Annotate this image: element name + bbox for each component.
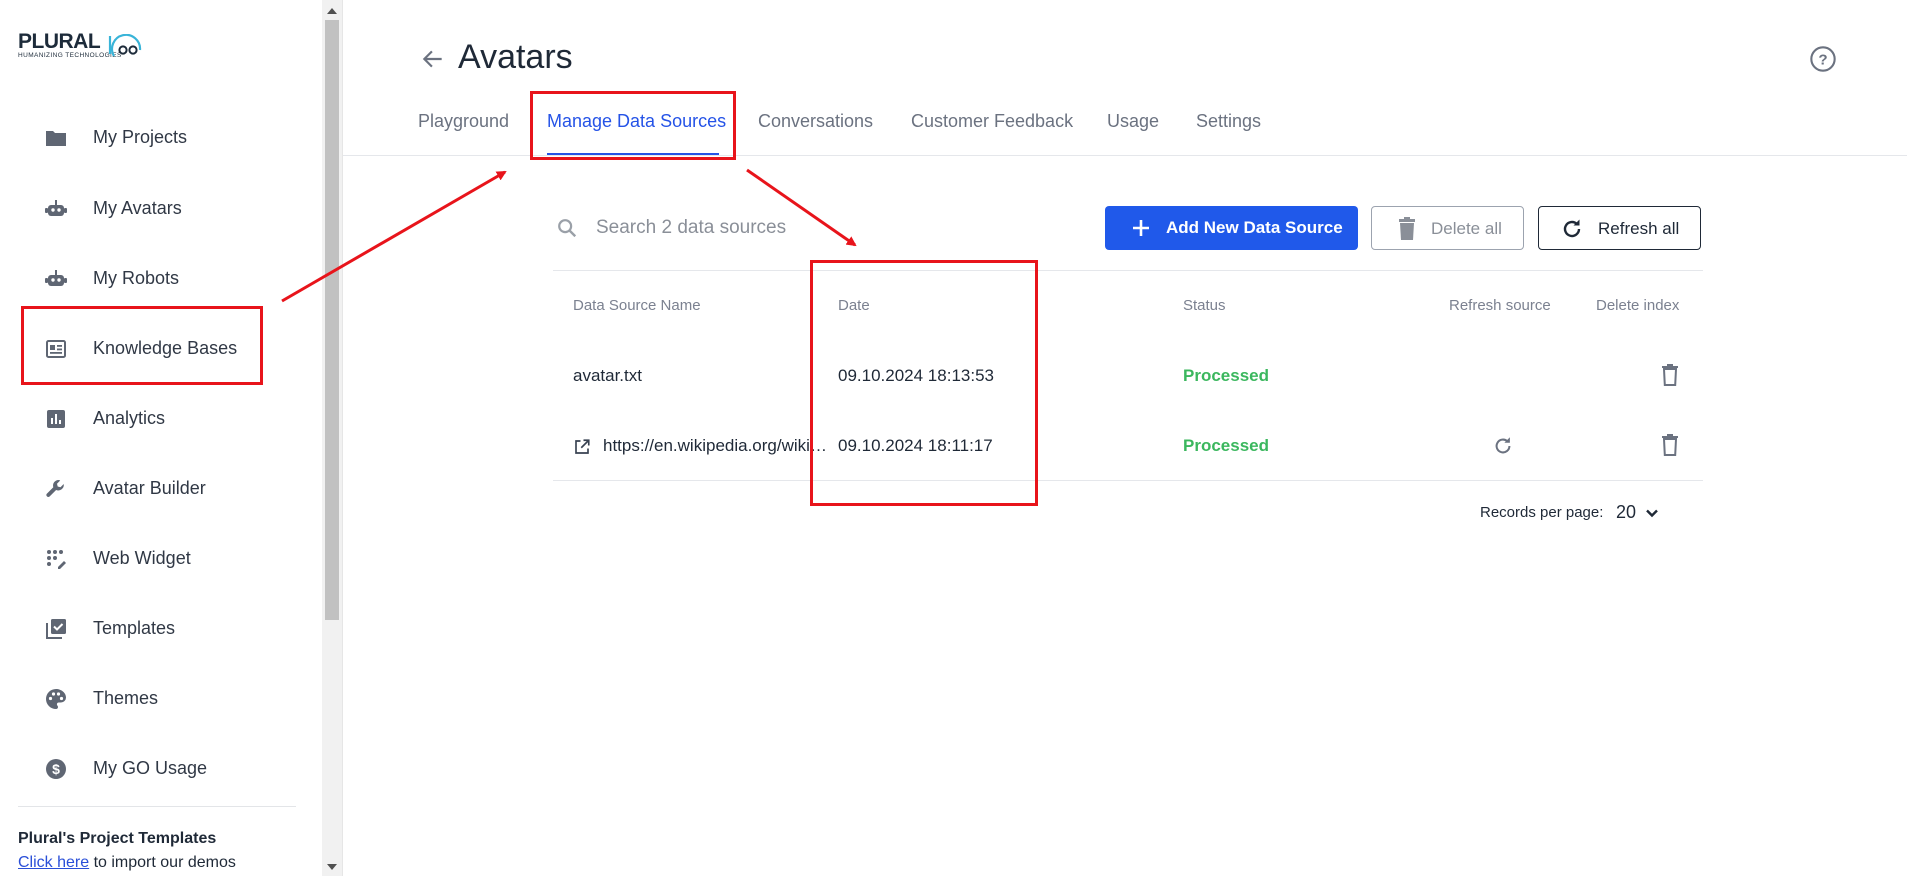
- sidebar-item-label: My Avatars: [93, 197, 182, 218]
- delete-all-button[interactable]: Delete all: [1371, 206, 1524, 250]
- robot-icon: [44, 267, 68, 291]
- sidebar-item-label: My Robots: [93, 267, 180, 288]
- search-input[interactable]: [596, 212, 1056, 244]
- tab-usage[interactable]: Usage: [1107, 111, 1159, 132]
- add-new-data-source-label: Add New Data Source: [1166, 218, 1343, 237]
- svg-text:$: $: [52, 761, 60, 777]
- sidebar-item-label: Web Widget: [93, 547, 191, 568]
- chevron-down-icon[interactable]: [1644, 505, 1660, 521]
- add-new-data-source-button[interactable]: Add New Data Source: [1105, 206, 1358, 250]
- tab-manage-data-sources[interactable]: Manage Data Sources: [547, 111, 726, 132]
- sidebar-item-label: My GO Usage: [93, 757, 208, 778]
- records-per-page-label: Records per page:: [1480, 504, 1604, 521]
- sidebar-item-my-projects[interactable]: My Projects: [0, 109, 322, 165]
- status-badge: Processed: [1183, 366, 1269, 385]
- table-top-divider: [553, 270, 1703, 271]
- sidebar-item-avatar-builder[interactable]: Avatar Builder: [0, 460, 322, 516]
- sidebar-item-my-robots[interactable]: My Robots: [0, 250, 322, 306]
- page-title: Avatars: [458, 38, 573, 76]
- refresh-all-button[interactable]: Refresh all: [1538, 206, 1701, 250]
- sidebar-item-analytics[interactable]: Analytics: [0, 390, 322, 446]
- import-demos-link[interactable]: Click here: [18, 854, 89, 871]
- data-source-url-link[interactable]: https://en.wikipedia.org/wiki/Avatar: [603, 436, 827, 456]
- plural-logo[interactable]: PLURAL HUMANIZING TECHNOLOGIES: [18, 30, 148, 64]
- sidebar-item-web-widget[interactable]: Web Widget: [0, 530, 322, 586]
- project-templates-title: Plural's Project Templates: [18, 830, 217, 847]
- palette-icon: [44, 687, 68, 711]
- sidebar-scrollbar[interactable]: [322, 0, 342, 876]
- scrollbar-thumb[interactable]: [325, 20, 339, 620]
- column-header-refresh-source: Refresh source: [1449, 297, 1551, 314]
- svg-text:?: ?: [1818, 51, 1827, 68]
- sidebar-border: [342, 0, 343, 876]
- robot-icon: [44, 197, 68, 221]
- tab-conversations[interactable]: Conversations: [758, 111, 873, 132]
- status-badge: Processed: [1183, 436, 1269, 455]
- data-source-name: avatar.txt: [573, 366, 642, 385]
- table-bottom-divider: [553, 480, 1703, 481]
- data-source-date: 09.10.2024 18:13:53: [838, 366, 994, 385]
- sidebar-divider: [18, 806, 296, 807]
- logo-mark-icon: [108, 34, 142, 57]
- logo-wordmark: PLURAL: [18, 30, 101, 53]
- analytics-icon: [44, 407, 68, 431]
- templates-icon: [44, 617, 68, 641]
- tab-playground[interactable]: Playground: [418, 111, 509, 132]
- external-link-icon[interactable]: [573, 438, 591, 456]
- back-arrow-icon[interactable]: [420, 46, 446, 72]
- sidebar: PLURAL HUMANIZING TECHNOLOGIES My Projec…: [0, 0, 322, 876]
- dollar-icon: $: [44, 757, 68, 781]
- column-header-date[interactable]: Date: [838, 297, 870, 314]
- refresh-icon: [1563, 219, 1581, 238]
- sidebar-item-my-go-usage[interactable]: $ My GO Usage: [0, 740, 322, 796]
- scroll-down-arrow-icon[interactable]: [327, 864, 337, 870]
- sidebar-item-themes[interactable]: Themes: [0, 670, 322, 726]
- sidebar-item-label: Templates: [93, 617, 176, 638]
- delete-index-trash-icon[interactable]: [1661, 364, 1679, 386]
- project-templates-text: Click here to import our demos: [18, 854, 236, 872]
- header-divider: [343, 155, 1907, 156]
- sidebar-item-label: Analytics: [93, 407, 166, 428]
- column-header-data-source-name[interactable]: Data Source Name: [573, 297, 701, 314]
- column-header-status[interactable]: Status: [1183, 297, 1226, 314]
- help-icon[interactable]: ?: [1809, 45, 1837, 73]
- trash-icon: [1399, 217, 1415, 240]
- data-source-date: 09.10.2024 18:11:17: [838, 436, 993, 455]
- sidebar-item-label: Knowledge Bases: [93, 337, 238, 358]
- column-header-delete-index: Delete index: [1596, 297, 1680, 314]
- refresh-source-icon[interactable]: [1492, 435, 1514, 457]
- sidebar-item-label: Themes: [93, 687, 159, 708]
- refresh-all-label: Refresh all: [1598, 219, 1680, 238]
- knowledge-base-icon: [44, 337, 68, 361]
- records-per-page-select[interactable]: 20: [1616, 502, 1636, 523]
- wrench-icon: [44, 477, 68, 501]
- import-demos-suffix: to import our demos: [89, 854, 236, 871]
- sidebar-item-templates[interactable]: Templates: [0, 600, 322, 656]
- delete-all-label: Delete all: [1431, 219, 1502, 238]
- tab-settings[interactable]: Settings: [1196, 111, 1261, 132]
- sidebar-item-knowledge-bases[interactable]: Knowledge Bases: [0, 320, 322, 376]
- sidebar-item-label: My Projects: [93, 126, 188, 147]
- search-icon: [558, 219, 577, 238]
- delete-index-trash-icon[interactable]: [1661, 434, 1679, 456]
- sidebar-item-label: Avatar Builder: [93, 477, 206, 498]
- folder-icon: [44, 126, 68, 150]
- plus-icon: [1133, 220, 1149, 236]
- widget-icon: [44, 547, 68, 571]
- scroll-up-arrow-icon[interactable]: [327, 8, 337, 14]
- tab-customer-feedback[interactable]: Customer Feedback: [911, 111, 1073, 132]
- sidebar-item-my-avatars[interactable]: My Avatars: [0, 180, 322, 236]
